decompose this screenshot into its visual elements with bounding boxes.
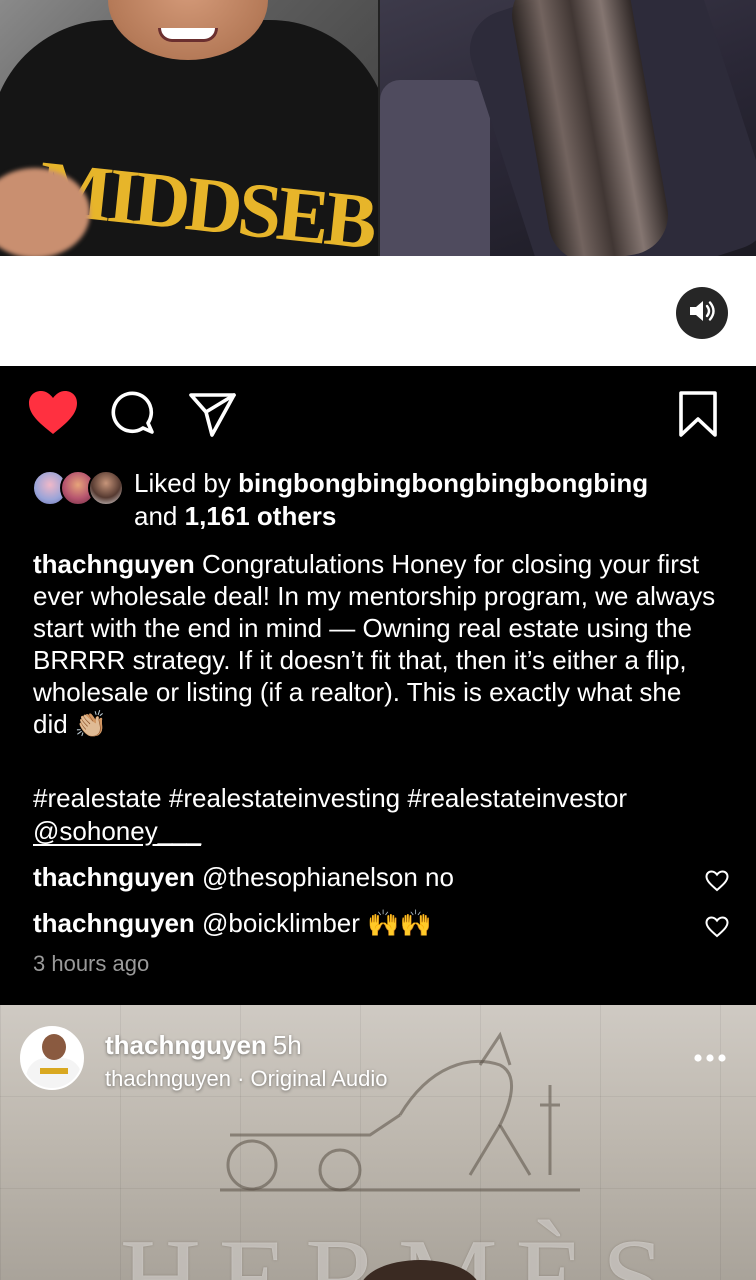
- post-caption: thachnguyen Congratulations Honey for cl…: [33, 548, 723, 740]
- video-letterbox: [0, 256, 756, 366]
- comment-like-button[interactable]: [705, 912, 729, 938]
- mention-link[interactable]: @sohoney___: [33, 816, 201, 846]
- liker-avatars[interactable]: [32, 470, 124, 506]
- comment-username[interactable]: thachnguyen: [33, 908, 195, 938]
- video-left-pane: MIDDSEB: [0, 0, 378, 256]
- reel-age: 5h: [272, 1030, 302, 1060]
- comment-username[interactable]: thachnguyen: [33, 862, 195, 892]
- post-video[interactable]: MIDDSEB: [0, 0, 756, 256]
- like-button[interactable]: [28, 390, 78, 436]
- bookmark-icon: [676, 391, 720, 442]
- reel-username[interactable]: thachnguyen: [105, 1030, 267, 1060]
- heart-filled-icon: [28, 391, 78, 440]
- reel-audio-label[interactable]: thachnguyen · Original Audio: [105, 1064, 388, 1094]
- speaker-icon: [688, 299, 716, 328]
- reel-author-avatar[interactable]: [20, 1026, 84, 1090]
- paper-plane-icon: [188, 393, 238, 442]
- avatar-shirt: [26, 1058, 82, 1088]
- comment-row: thachnguyen @thesophianelson no: [33, 860, 753, 894]
- smile-shape: [158, 28, 218, 42]
- liked-by-prefix: Liked by: [134, 468, 231, 498]
- hashtag-list[interactable]: #realestate #realestateinvesting #reales…: [33, 783, 627, 813]
- reel-author[interactable]: thachnguyen 5h: [105, 1028, 302, 1062]
- more-dots-icon: [690, 1054, 730, 1074]
- liked-by-username[interactable]: bingbongbingbongbingbongbing: [238, 468, 648, 498]
- share-button[interactable]: [188, 390, 238, 438]
- avatar-head: [42, 1034, 66, 1060]
- heart-outline-icon: [705, 916, 729, 938]
- avatar-logo: [40, 1068, 68, 1074]
- save-button[interactable]: [676, 390, 720, 438]
- sound-toggle-button[interactable]: [676, 287, 728, 339]
- caption-username[interactable]: thachnguyen: [33, 549, 195, 579]
- comment-like-button[interactable]: [705, 866, 729, 892]
- likes-summary[interactable]: Liked by bingbongbingbongbingbongbing an…: [134, 467, 734, 533]
- heart-outline-icon: [705, 870, 729, 892]
- others-count[interactable]: 1,161 others: [185, 501, 337, 531]
- and-text: and: [134, 501, 178, 531]
- comment-text: @thesophianelson no: [202, 862, 454, 892]
- comment-icon: [110, 391, 158, 442]
- avatar: [88, 470, 124, 506]
- comment-button[interactable]: [110, 390, 158, 438]
- more-options-button[interactable]: [690, 1046, 730, 1070]
- scarf-shape: [380, 80, 490, 256]
- comment-row: thachnguyen @boicklimber 🙌🙌: [33, 906, 753, 940]
- video-right-pane: [380, 0, 756, 256]
- post-timestamp: 3 hours ago: [33, 951, 150, 976]
- comment-text: @boicklimber 🙌🙌: [202, 908, 432, 938]
- caption-hashtags: #realestate #realestateinvesting #reales…: [33, 782, 733, 848]
